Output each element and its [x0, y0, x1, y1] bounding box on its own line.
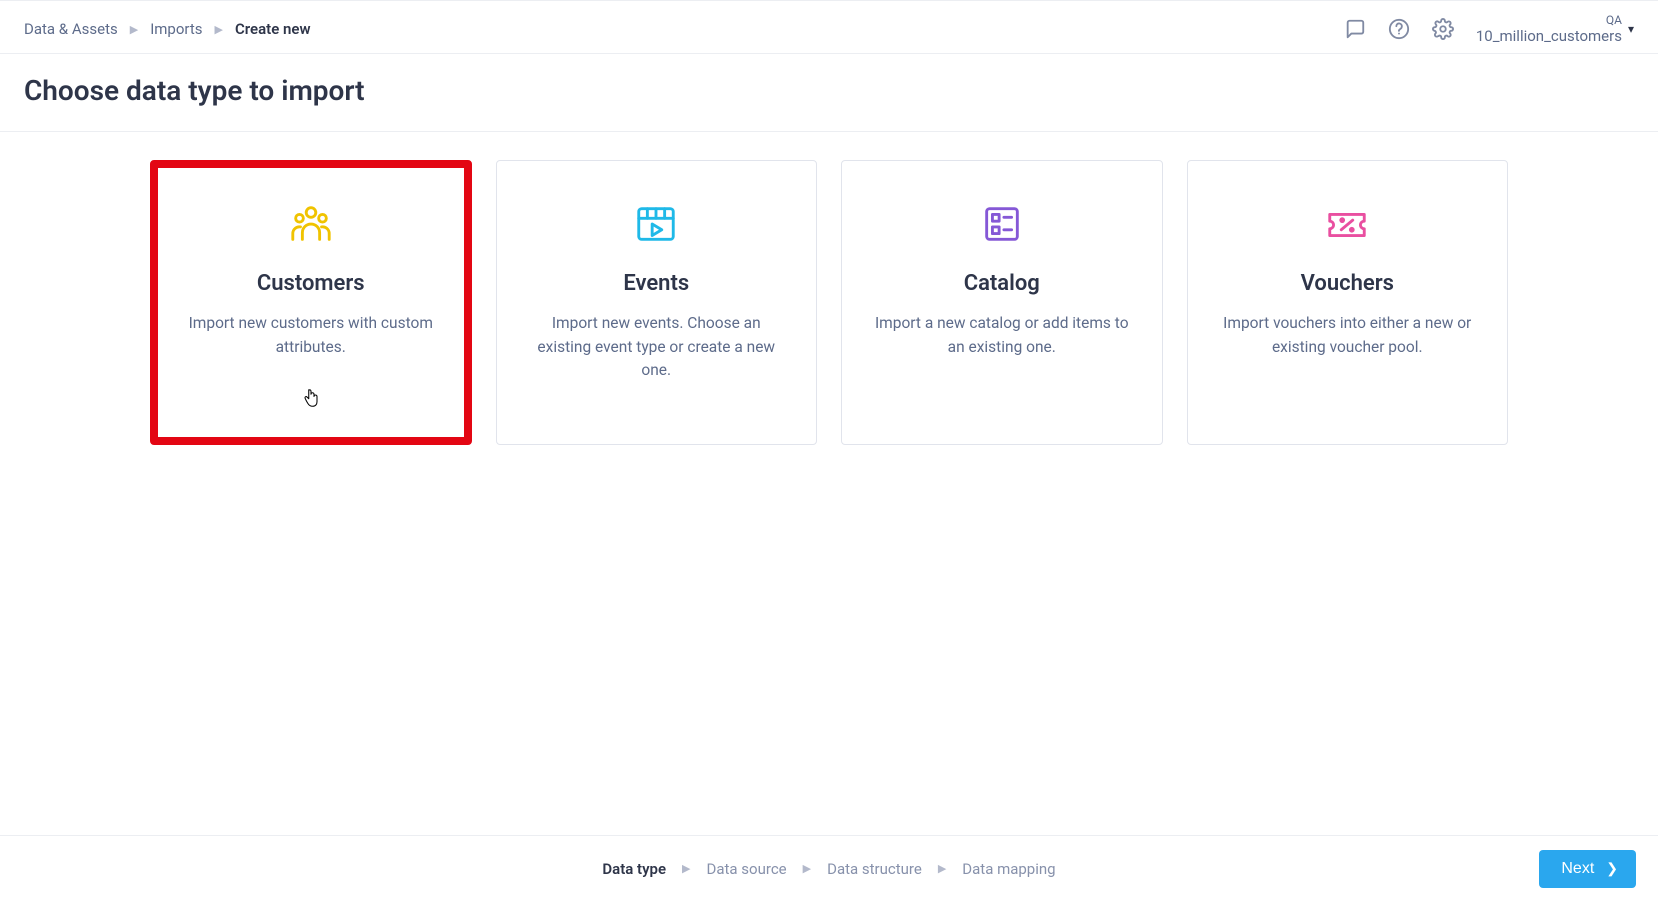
- project-switcher[interactable]: QA 10_million_customers ▾: [1476, 13, 1634, 45]
- caret-down-icon: ▾: [1628, 22, 1634, 36]
- card-title: Events: [623, 271, 689, 296]
- wizard-steps: Data type ▶ Data source ▶ Data structure…: [602, 860, 1055, 878]
- next-button-label: Next: [1561, 860, 1594, 878]
- breadcrumb-imports[interactable]: Imports: [150, 20, 202, 38]
- data-type-cards: Customers Import new customers with cust…: [0, 132, 1658, 445]
- card-title: Customers: [257, 271, 365, 296]
- card-desc: Import vouchers into either a new or exi…: [1216, 312, 1480, 359]
- card-events[interactable]: Events Import new events. Choose an exis…: [496, 160, 818, 445]
- card-title: Catalog: [964, 271, 1040, 296]
- chevron-right-icon: ▶: [682, 862, 690, 875]
- page-title: Choose data type to import: [0, 54, 1658, 131]
- step-data-type[interactable]: Data type: [602, 860, 666, 878]
- card-catalog[interactable]: Catalog Import a new catalog or add item…: [841, 160, 1163, 445]
- card-title: Vouchers: [1301, 271, 1394, 296]
- step-data-structure[interactable]: Data structure: [827, 860, 922, 878]
- project-env-label: QA: [1476, 13, 1622, 27]
- card-desc: Import new events. Choose an existing ev…: [525, 312, 789, 382]
- vouchers-icon: [1324, 201, 1370, 247]
- pointer-cursor-icon: [302, 387, 320, 409]
- breadcrumb-root[interactable]: Data & Assets: [24, 20, 118, 38]
- breadcrumb: Data & Assets ▶ Imports ▶ Create new: [24, 20, 311, 38]
- top-right-controls: QA 10_million_customers ▾: [1344, 13, 1634, 45]
- chevron-right-icon: ▶: [130, 23, 138, 36]
- gear-icon[interactable]: [1432, 18, 1454, 40]
- step-data-mapping[interactable]: Data mapping: [962, 860, 1055, 878]
- catalog-icon: [979, 201, 1025, 247]
- step-data-source[interactable]: Data source: [707, 860, 787, 878]
- topbar: Data & Assets ▶ Imports ▶ Create new QA …: [0, 0, 1658, 54]
- events-icon: [633, 201, 679, 247]
- card-customers[interactable]: Customers Import new customers with cust…: [150, 160, 472, 445]
- card-desc: Import new customers with custom attribu…: [179, 312, 443, 359]
- help-icon[interactable]: [1388, 18, 1410, 40]
- customers-icon: [288, 201, 334, 247]
- chevron-right-icon: ▶: [803, 862, 811, 875]
- wizard-footer: Data type ▶ Data source ▶ Data structure…: [0, 835, 1658, 901]
- breadcrumb-current: Create new: [235, 20, 311, 38]
- project-name-label: 10_million_customers: [1476, 27, 1622, 45]
- card-desc: Import a new catalog or add items to an …: [870, 312, 1134, 359]
- chevron-right-icon: ▶: [215, 23, 223, 36]
- chevron-right-icon: ▶: [938, 862, 946, 875]
- card-vouchers[interactable]: Vouchers Import vouchers into either a n…: [1187, 160, 1509, 445]
- chevron-right-icon: ❯: [1606, 860, 1618, 877]
- next-button[interactable]: Next ❯: [1539, 850, 1636, 888]
- chat-icon[interactable]: [1344, 18, 1366, 40]
